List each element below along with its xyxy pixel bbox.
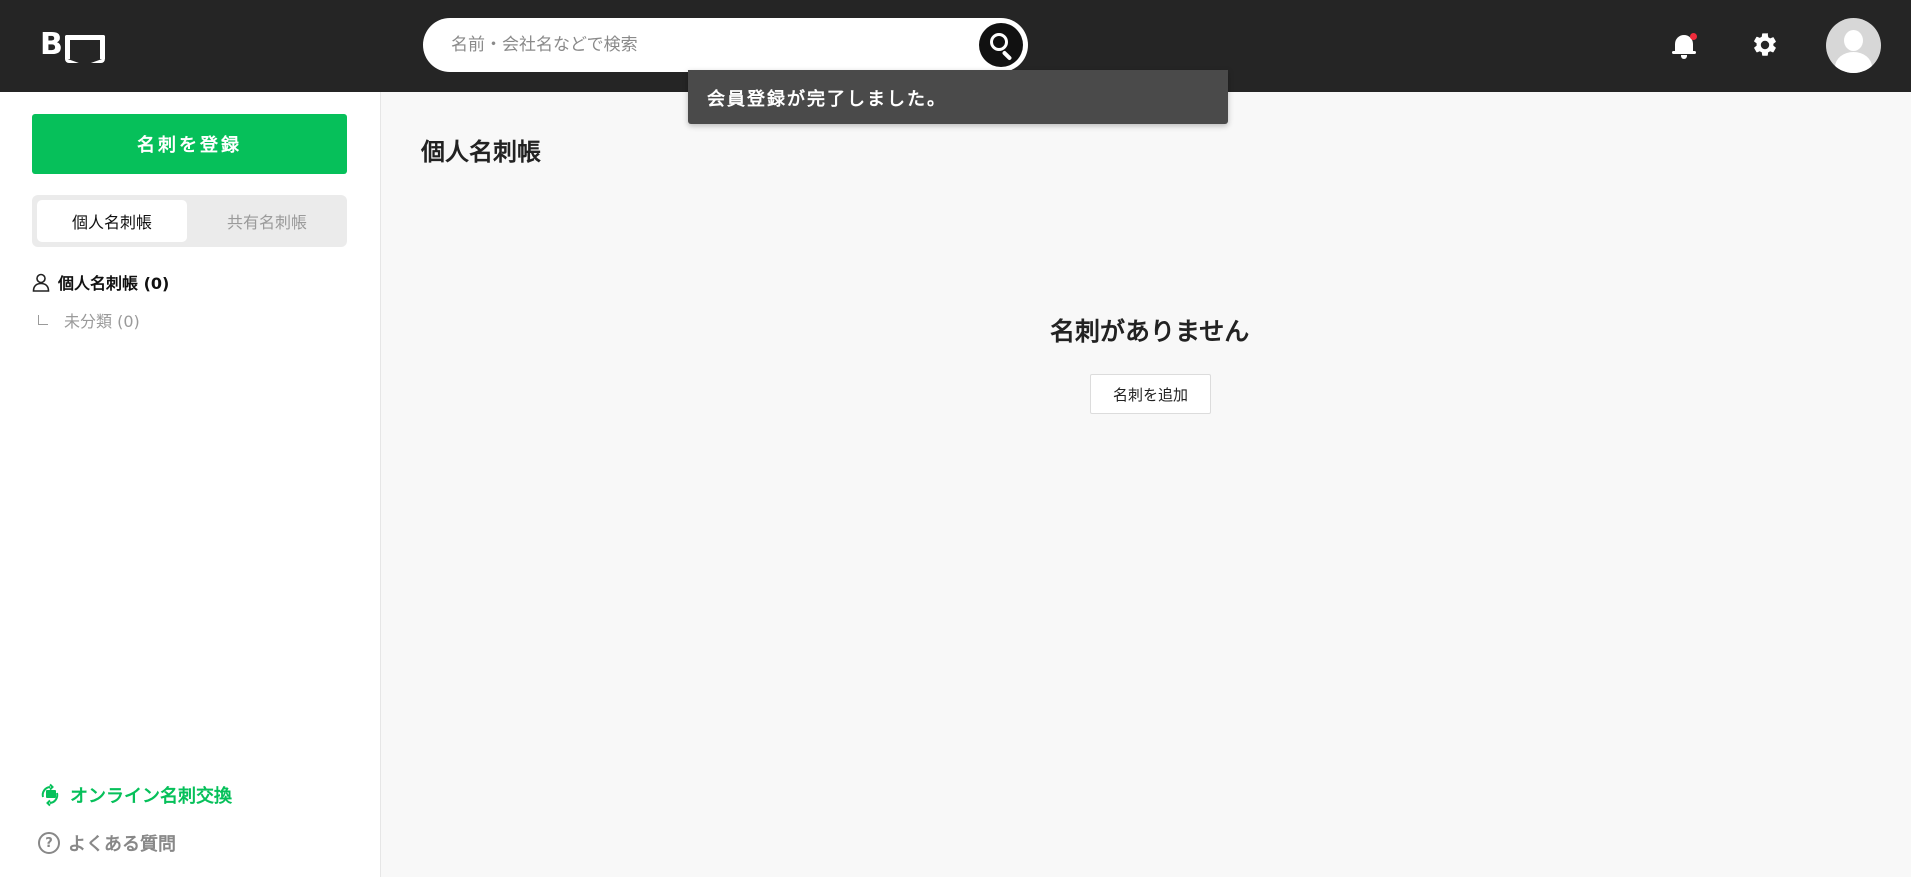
avatar[interactable]	[1826, 18, 1881, 73]
tab-personal-cardbook[interactable]: 個人名刺帳	[37, 200, 187, 242]
page-title: 個人名刺帳	[421, 138, 541, 166]
tree-item-personal-cardbook[interactable]: 個人名刺帳 (0)	[32, 270, 169, 294]
cardbook-tab-switcher: 個人名刺帳 共有名刺帳	[32, 195, 347, 247]
sidebar: 名刺を登録 個人名刺帳 共有名刺帳 個人名刺帳 (0) 未分類 (0) オンライ…	[0, 92, 381, 877]
bell-icon[interactable]	[1671, 32, 1697, 60]
question-circle-icon: ?	[38, 832, 60, 854]
tree-item-uncategorized[interactable]: 未分類 (0)	[32, 308, 140, 332]
add-card-button[interactable]: 名刺を追加	[1090, 374, 1211, 414]
notification-dot	[1690, 33, 1697, 40]
faq-link[interactable]: ? よくある質問	[38, 830, 176, 856]
tree-branch-icon	[38, 315, 48, 325]
logo-card-shape	[64, 35, 105, 59]
person-icon	[32, 273, 50, 292]
tree-item-label: 未分類 (0)	[64, 312, 140, 331]
logo-icon[interactable]: B	[40, 30, 106, 60]
logo-letter: B	[40, 27, 63, 62]
online-card-exchange-link[interactable]: オンライン名刺交換	[38, 782, 232, 808]
tab-shared-cardbook[interactable]: 共有名刺帳	[192, 200, 342, 242]
search-input[interactable]	[451, 18, 961, 72]
gear-icon[interactable]	[1751, 31, 1779, 59]
search-bar	[423, 18, 1028, 72]
card-exchange-icon	[41, 783, 59, 807]
faq-label: よくある質問	[68, 834, 176, 855]
online-card-exchange-label: オンライン名刺交換	[70, 786, 232, 807]
search-button[interactable]	[979, 23, 1023, 67]
avatar-icon	[1844, 30, 1863, 51]
tree-item-label: 個人名刺帳 (0)	[58, 274, 170, 293]
empty-state-title: 名刺がありません	[1050, 317, 1250, 346]
toast-message: 会員登録が完了しました。	[688, 70, 1228, 124]
register-card-button[interactable]: 名刺を登録	[32, 114, 347, 174]
